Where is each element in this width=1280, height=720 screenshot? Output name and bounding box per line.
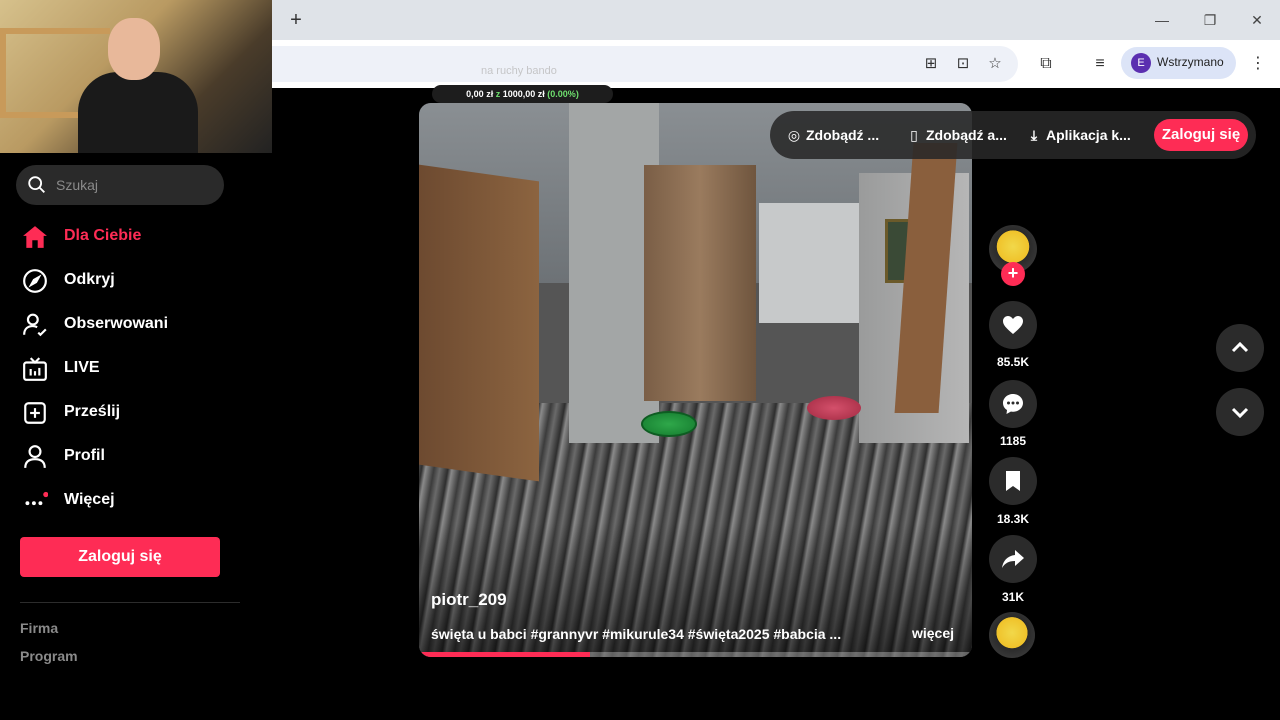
nav-label: Odkryj xyxy=(64,271,115,288)
nav-item-more[interactable]: Więcej xyxy=(20,483,240,519)
minimize-icon[interactable]: — xyxy=(1152,10,1172,30)
browser-tabstrip: + — ❐ ✕ xyxy=(272,0,1280,40)
scene-left-wall xyxy=(419,164,539,482)
nav-label: LIVE xyxy=(64,359,100,376)
scene-red-mat xyxy=(807,396,861,420)
nav-item-following[interactable]: Obserwowani xyxy=(20,307,240,343)
scene-back-room xyxy=(759,203,859,323)
donation-amount: 0,00 zł xyxy=(466,89,494,99)
scene-door xyxy=(644,165,756,401)
browser-toolbar: ⊞ ⊡ ☆ ⧉ ≡ E Wstrzymano ⋮ xyxy=(272,40,1280,88)
get-app-label: Zdobądź a... xyxy=(926,127,1007,143)
chevron-up-icon xyxy=(1231,341,1249,353)
video-progress[interactable] xyxy=(419,652,972,657)
compass-icon xyxy=(23,269,47,293)
get-coins-button[interactable]: ◎ Zdobądź ... xyxy=(786,127,879,144)
donation-goal-bar: 0,00 zł z 1000,00 zł (0.00%) xyxy=(432,85,613,103)
profile-icon xyxy=(24,445,46,468)
profile-avatar: E xyxy=(1131,53,1151,73)
search-input[interactable]: Szukaj xyxy=(16,165,224,205)
comment-button[interactable] xyxy=(989,380,1037,428)
donation-percent: (0.00%) xyxy=(547,89,579,99)
phone-icon: ▯ xyxy=(910,127,918,143)
nav-item-profile[interactable]: Profil xyxy=(20,439,240,475)
share-icon xyxy=(1002,550,1024,568)
nav-label: Dla Ciebie xyxy=(64,227,142,244)
donation-goal: 1000,00 zł xyxy=(502,89,545,99)
close-window-icon[interactable]: ✕ xyxy=(1247,10,1267,30)
webcam-feed xyxy=(0,0,272,153)
footer-link-company[interactable]: Firma xyxy=(20,620,58,636)
nav-item-upload[interactable]: Prześlij xyxy=(20,395,240,431)
install-app-icon[interactable]: ⊡ xyxy=(954,55,972,73)
footer-link-program[interactable]: Program xyxy=(20,648,78,664)
bookmark-star-icon[interactable]: ☆ xyxy=(986,55,1004,73)
translate-icon[interactable]: ⊞ xyxy=(922,55,940,73)
caption-more-link[interactable]: więcej xyxy=(912,625,954,641)
follow-plus-icon[interactable]: + xyxy=(1001,262,1025,286)
like-count: 85.5K xyxy=(996,355,1030,369)
more-dots-icon xyxy=(25,491,48,506)
media-control-icon[interactable]: ≡ xyxy=(1090,54,1110,74)
home-icon xyxy=(23,226,47,248)
new-tab-button[interactable]: + xyxy=(284,8,308,32)
search-icon xyxy=(28,176,45,193)
browser-menu-icon[interactable]: ⋮ xyxy=(1248,54,1268,74)
heart-icon xyxy=(1003,316,1023,334)
restore-icon[interactable]: ❐ xyxy=(1200,10,1220,30)
comment-icon xyxy=(1003,394,1023,414)
profile-chip[interactable]: E Wstrzymano xyxy=(1121,47,1236,79)
get-coins-label: Zdobądź ... xyxy=(806,127,880,143)
next-video-button[interactable] xyxy=(1216,388,1264,436)
like-button[interactable] xyxy=(989,301,1037,349)
streamer-body xyxy=(78,72,198,153)
top-actions-bar: ◎ Zdobądź ... ▯ Zdobądź a... ⤓ Aplikacja k.… xyxy=(770,111,1256,159)
search-placeholder: Szukaj xyxy=(56,177,99,193)
video-progress-fill xyxy=(419,652,591,657)
nav-label: Profil xyxy=(64,447,105,464)
address-bar[interactable]: ⊞ ⊡ ☆ xyxy=(272,46,1018,82)
overlay-title: na ruchy bando xyxy=(481,65,557,77)
nav-label: Obserwowani xyxy=(64,315,169,332)
video-player[interactable]: piotr_209 święta u babci #grannyvr #miku… xyxy=(419,103,972,657)
nav-item-live[interactable]: LIVE xyxy=(20,351,240,387)
share-count: 31K xyxy=(1001,590,1024,604)
chevron-down-icon xyxy=(1231,407,1249,419)
upload-icon xyxy=(24,402,46,424)
scene-green-mat xyxy=(641,411,697,437)
share-button[interactable] xyxy=(989,535,1037,583)
following-icon xyxy=(23,313,47,337)
profile-status-label: Wstrzymano xyxy=(1157,55,1224,69)
save-count: 18.3K xyxy=(996,512,1030,526)
video-author[interactable]: piotr_209 xyxy=(431,590,507,610)
donation-sep: z xyxy=(495,89,501,99)
desktop-app-label: Aplikacja k... xyxy=(1046,127,1131,143)
sidebar-divider xyxy=(20,602,240,603)
nav-item-for-you[interactable]: Dla Ciebie xyxy=(20,219,240,255)
bookmark-icon xyxy=(1006,471,1020,491)
nav-item-explore[interactable]: Odkryj xyxy=(20,263,240,299)
sound-disc-avatar[interactable] xyxy=(989,612,1035,658)
top-login-button[interactable]: Zaloguj się xyxy=(1154,119,1248,151)
nav-label: Prześlij xyxy=(64,403,121,420)
live-tv-icon xyxy=(23,357,47,381)
coin-icon: ◎ xyxy=(787,127,801,143)
download-icon: ⤓ xyxy=(1030,127,1038,143)
streamer-head xyxy=(108,18,160,80)
get-app-button[interactable]: ▯ Zdobądź a... xyxy=(906,127,1007,144)
desktop-app-button[interactable]: ⤓ Aplikacja k... xyxy=(1026,127,1131,144)
previous-video-button[interactable] xyxy=(1216,324,1264,372)
sidebar-login-button[interactable]: Zaloguj się xyxy=(20,537,220,577)
nav-label: Więcej xyxy=(64,491,115,508)
save-button[interactable] xyxy=(989,457,1037,505)
comment-count: 1185 xyxy=(999,434,1027,448)
extensions-icon[interactable]: ⧉ xyxy=(1036,54,1056,74)
video-caption: święta u babci #grannyvr #mikurule34 #św… xyxy=(431,626,842,642)
